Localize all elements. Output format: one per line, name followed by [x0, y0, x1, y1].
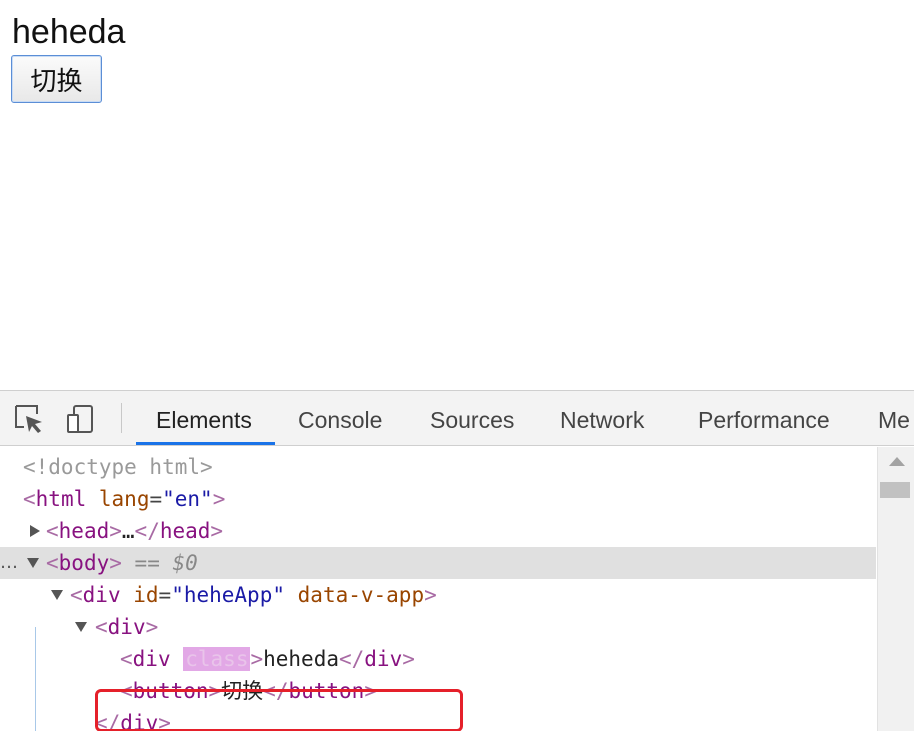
annotation-highlight-box: [95, 689, 463, 731]
expand-head-icon[interactable]: [30, 525, 40, 537]
collapse-div-inner-icon[interactable]: [75, 622, 87, 632]
toggle-button[interactable]: 切换: [11, 55, 102, 103]
collapse-body-icon[interactable]: [27, 558, 39, 568]
device-toolbar-icon[interactable]: [65, 403, 97, 435]
scroll-up-icon[interactable]: [889, 457, 905, 466]
div-class-tag: div: [132, 647, 171, 671]
div-data-v-app-attr: data-v-app: [297, 583, 425, 607]
toolbar-separator: [121, 403, 122, 433]
tab-network[interactable]: Network: [560, 391, 644, 445]
page-heading: heheda: [12, 13, 126, 51]
tree-row-div-class[interactable]: <div class>heheda</div>: [0, 643, 876, 675]
devtools-toolbar: Elements Console Sources Network Perform…: [0, 391, 914, 446]
div-id-value: "heheApp": [171, 583, 285, 607]
devtools-panel: Elements Console Sources Network Perform…: [0, 390, 914, 731]
tree-scrollbar[interactable]: [877, 447, 914, 731]
selected-node-marker: == $0: [134, 551, 198, 575]
div-id-attr: id: [133, 583, 159, 607]
scroll-thumb[interactable]: [880, 482, 910, 498]
div-app-tag: div: [82, 583, 121, 607]
tree-row-doctype[interactable]: <!doctype html>: [0, 451, 876, 483]
page-viewport: heheda 切换: [0, 0, 914, 390]
head-tag: head: [58, 519, 110, 543]
html-lang-attr: lang: [98, 487, 150, 511]
tab-performance[interactable]: Performance: [698, 391, 830, 445]
div-text-node[interactable]: heheda: [263, 647, 339, 671]
collapse-div-app-icon[interactable]: [51, 590, 63, 600]
elements-tree: <!doctype html> <html lang="en"> <head>……: [0, 447, 876, 731]
tree-row-html[interactable]: <html lang="en">: [0, 483, 876, 515]
body-tag: body: [58, 551, 110, 575]
indent-guide: [35, 627, 36, 731]
tab-console[interactable]: Console: [298, 391, 382, 445]
tree-row-div-inner[interactable]: <div>: [0, 611, 876, 643]
html-lang-value: "en": [162, 487, 213, 511]
tab-sources[interactable]: Sources: [430, 391, 514, 445]
tree-row-head[interactable]: <head>…</head>: [0, 515, 876, 547]
inspect-element-icon[interactable]: [13, 403, 45, 435]
row-actions-icon[interactable]: …: [0, 547, 18, 579]
active-tab-indicator: [136, 442, 275, 445]
html-tag: html: [35, 487, 87, 511]
tree-row-body[interactable]: … <body> == $0: [0, 547, 876, 579]
class-attr-highlight[interactable]: class: [183, 647, 251, 671]
tree-row-div-app[interactable]: <div id="heheApp" data-v-app>: [0, 579, 876, 611]
tab-elements[interactable]: Elements: [156, 391, 252, 445]
doctype-text: <!doctype html>: [23, 455, 213, 479]
head-ellipsis[interactable]: …: [122, 519, 135, 543]
div-inner-tag: div: [107, 615, 146, 639]
tab-more[interactable]: Me: [878, 391, 910, 445]
